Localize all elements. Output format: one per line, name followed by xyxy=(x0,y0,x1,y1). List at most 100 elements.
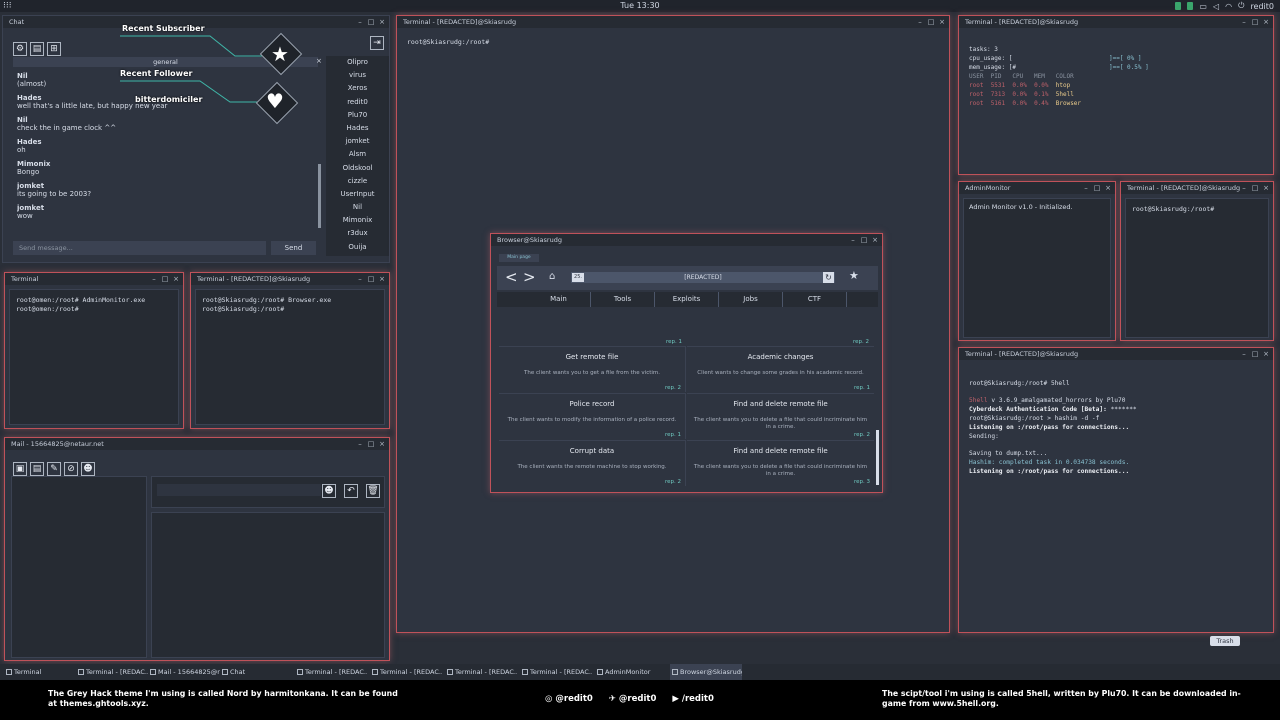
bookmark-star-icon[interactable]: ★ xyxy=(849,269,859,282)
maximize-icon[interactable]: □ xyxy=(367,440,375,448)
forward-icon[interactable]: > xyxy=(523,268,536,286)
logout-icon[interactable]: ⇥ xyxy=(370,36,384,50)
user-list-item[interactable]: jomket xyxy=(326,135,389,148)
taskbar-item[interactable]: Terminal - [REDAC... xyxy=(295,664,367,680)
close-channel-icon[interactable]: × xyxy=(316,57,322,65)
taskbar-item[interactable]: Terminal - [REDAC... xyxy=(445,664,517,680)
minimize-icon[interactable]: – xyxy=(356,275,364,283)
close-icon[interactable]: × xyxy=(1262,350,1270,358)
instagram-icon[interactable]: ◎ xyxy=(545,694,552,704)
nav-main[interactable]: Main xyxy=(527,292,591,307)
terminal-body[interactable]: root@Skiasrudg:/root# 5hell 5hell v 3.6.9… xyxy=(959,360,1273,486)
taskbar-item[interactable]: Terminal - [REDAC... xyxy=(76,664,148,680)
channel-icon[interactable]: ▤ xyxy=(30,42,44,56)
job-card[interactable]: Academic changes Client wants to change s… xyxy=(687,346,874,392)
maximize-icon[interactable]: □ xyxy=(1251,184,1259,192)
twitter-icon[interactable]: ✈ xyxy=(609,694,616,704)
taskbar-item[interactable]: Terminal - [REDAC... xyxy=(370,664,442,680)
close-icon[interactable]: × xyxy=(1262,184,1270,192)
user-list-item[interactable]: Olipro xyxy=(326,56,389,69)
nav-ctf[interactable]: CTF xyxy=(783,292,847,307)
user-list-item[interactable]: UserInput xyxy=(326,188,389,201)
url-bar[interactable]: [REDACTED] xyxy=(571,272,835,283)
power-icon[interactable]: ⏻ xyxy=(1238,1,1244,11)
maximize-icon[interactable]: □ xyxy=(161,275,169,283)
terminal-titlebar[interactable]: Terminal – □ × xyxy=(5,273,183,285)
taskbar-item[interactable]: Terminal xyxy=(4,664,76,680)
user-name[interactable]: redit0 xyxy=(1250,2,1274,11)
minimize-icon[interactable]: – xyxy=(356,440,364,448)
chat-message-user[interactable]: Mimonix xyxy=(17,160,317,168)
mail-list[interactable] xyxy=(11,476,147,658)
contacts-icon[interactable]: ☻ xyxy=(81,462,95,476)
user-list-item[interactable]: virus xyxy=(326,69,389,82)
chat-scrollbar[interactable] xyxy=(318,164,321,228)
user-list-item[interactable]: Plu70 xyxy=(326,109,389,122)
terminal-body[interactable]: root@Skiasrudg:/root# xyxy=(1125,198,1269,338)
user-list-item[interactable]: Hades xyxy=(326,122,389,135)
minimize-icon[interactable]: – xyxy=(150,275,158,283)
chat-message-user[interactable]: Hades xyxy=(17,138,317,146)
nav-jobs[interactable]: Jobs xyxy=(719,292,783,307)
user-list-item[interactable]: Ouija xyxy=(326,241,389,254)
close-icon[interactable]: × xyxy=(378,275,386,283)
tray-green-icon-2[interactable] xyxy=(1187,2,1194,10)
minimize-icon[interactable]: – xyxy=(1240,184,1248,192)
user-list-item[interactable]: Alsm xyxy=(326,148,389,161)
maximize-icon[interactable]: □ xyxy=(1093,184,1101,192)
maximize-icon[interactable]: □ xyxy=(1251,350,1259,358)
settings-icon[interactable]: ⚙ xyxy=(13,42,27,56)
browser-titlebar[interactable]: Browser@Skiasrudg – □ × xyxy=(491,234,882,246)
minimize-icon[interactable]: – xyxy=(1240,350,1248,358)
user-list-item[interactable]: Xeros xyxy=(326,82,389,95)
job-card[interactable]: Get remote file The client wants you to g… xyxy=(499,346,686,392)
sent-icon[interactable]: ▤ xyxy=(30,462,44,476)
minimize-icon[interactable]: – xyxy=(849,236,857,244)
terminal-body[interactable]: root@Skiasrudg:/root# Browser.exe root@Sk… xyxy=(195,289,385,425)
user-list-item[interactable]: Mimonix xyxy=(326,214,389,227)
close-icon[interactable]: × xyxy=(172,275,180,283)
chat-message-user[interactable]: jomket xyxy=(17,182,317,190)
message-input[interactable]: Send message... xyxy=(13,241,266,255)
monitor-icon[interactable]: ▭ xyxy=(1199,2,1207,11)
jobs-scrollbar[interactable] xyxy=(876,430,879,485)
home-icon[interactable]: ⌂ xyxy=(549,271,555,282)
job-card[interactable]: Corrupt data The client wants the remote … xyxy=(499,440,686,486)
user-list-item[interactable]: Nil xyxy=(326,201,389,214)
taskbar-item[interactable]: Mail - 15664825@n... xyxy=(148,664,220,680)
block-icon[interactable]: ⊘ xyxy=(64,462,78,476)
terminal-body[interactable]: root@omen:/root# AdminMonitor.exe root@om… xyxy=(9,289,179,425)
youtube-icon[interactable]: ▶ xyxy=(672,694,679,704)
tray-green-icon[interactable] xyxy=(1175,2,1182,10)
nav-tools[interactable]: Tools xyxy=(591,292,655,307)
trash-icon-label[interactable]: Trash xyxy=(1210,636,1240,646)
back-icon[interactable]: < xyxy=(505,268,518,286)
terminal-titlebar[interactable]: Terminal - [REDACTED]@Skiasrudg – □ × xyxy=(191,273,389,285)
taskbar-item[interactable]: Browser@Skiasrudg xyxy=(670,664,742,680)
user-list-item[interactable]: Oldskool xyxy=(326,162,389,175)
close-icon[interactable]: × xyxy=(938,18,946,26)
maximize-icon[interactable]: □ xyxy=(367,18,375,26)
add-channel-icon[interactable]: ⊞ xyxy=(47,42,61,56)
taskbar-item[interactable]: Chat xyxy=(220,664,292,680)
minimize-icon[interactable]: – xyxy=(1082,184,1090,192)
minimize-icon[interactable]: – xyxy=(1240,18,1248,26)
wifi-icon[interactable]: ◠ xyxy=(1225,2,1232,11)
terminal-titlebar[interactable]: Terminal - [REDACTED]@Skiasrudg – □ × xyxy=(959,348,1273,360)
user-list-item[interactable]: r3dux xyxy=(326,227,389,240)
user-list-item[interactable]: cizzle xyxy=(326,175,389,188)
minimize-icon[interactable]: – xyxy=(356,18,364,26)
browser-tab[interactable]: Main page xyxy=(499,254,539,262)
maximize-icon[interactable]: □ xyxy=(860,236,868,244)
taskbar-item[interactable]: Terminal - [REDAC... xyxy=(520,664,592,680)
close-icon[interactable]: × xyxy=(378,18,386,26)
trash-icon[interactable]: 🗑 xyxy=(366,484,380,498)
terminal-titlebar[interactable]: Terminal - [REDACTED]@Skiasrudg – □ × xyxy=(959,16,1273,28)
contact-add-icon[interactable]: ☻ xyxy=(322,484,336,498)
reply-icon[interactable]: ↶ xyxy=(344,484,358,498)
mail-titlebar[interactable]: Mail - 15664825@netaur.net – □ × xyxy=(5,438,389,450)
maximize-icon[interactable]: □ xyxy=(927,18,935,26)
close-icon[interactable]: × xyxy=(1262,18,1270,26)
admin-titlebar[interactable]: AdminMonitor – □ × xyxy=(959,182,1115,194)
htop-body[interactable]: tasks: 3 cpu_usage: []==[ 0% ] mem_usage: … xyxy=(959,28,1273,116)
